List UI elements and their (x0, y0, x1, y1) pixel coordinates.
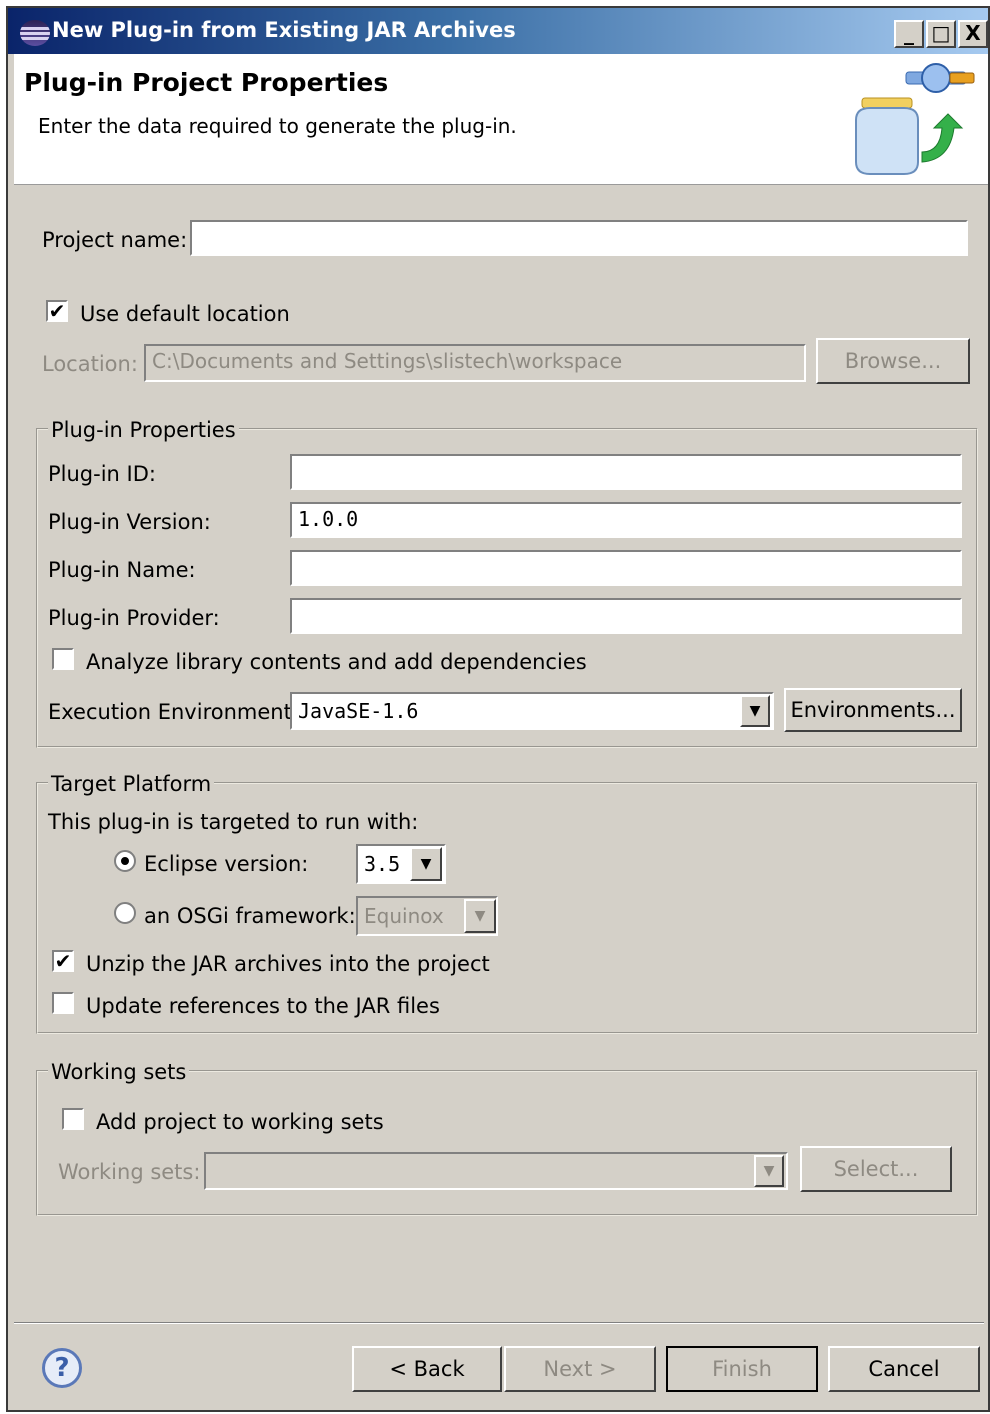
working-sets-legend: Working sets (48, 1060, 190, 1084)
next-button[interactable]: Next > (504, 1346, 656, 1392)
osgi-framework-dropdown-icon[interactable]: ▼ (464, 899, 496, 933)
select-working-sets-button[interactable]: Select... (800, 1146, 952, 1192)
footer-separator (14, 1322, 984, 1324)
unzip-jar-checkbox[interactable]: ✔ (52, 950, 74, 972)
add-to-working-sets-label: Add project to working sets (96, 1110, 384, 1134)
use-default-location-checkbox[interactable]: ✔ (46, 300, 68, 322)
maximize-button[interactable]: □ (926, 20, 956, 48)
jar-plugin-icon (850, 62, 978, 178)
page-title: Plug-in Project Properties (24, 68, 389, 97)
update-references-label: Update references to the JAR files (86, 994, 440, 1018)
working-sets-dropdown-icon[interactable]: ▼ (754, 1155, 784, 1187)
plugin-version-label: Plug-in Version: (48, 510, 211, 534)
plugin-id-label: Plug-in ID: (48, 462, 156, 486)
back-button[interactable]: < Back (352, 1346, 502, 1392)
target-intro-text: This plug-in is targeted to run with: (48, 810, 419, 834)
plugin-name-input[interactable] (290, 550, 962, 586)
working-sets-group (36, 1070, 978, 1216)
analyze-library-checkbox[interactable] (52, 648, 74, 670)
window-title: New Plug-in from Existing JAR Archives (52, 18, 516, 42)
environments-button[interactable]: Environments... (784, 688, 962, 732)
eclipse-version-radio[interactable] (114, 850, 136, 872)
analyze-library-label: Analyze library contents and add depende… (86, 650, 587, 674)
execution-environment-select[interactable]: JavaSE-1.6 (290, 692, 774, 730)
plugin-id-input[interactable] (290, 454, 962, 490)
page-description: Enter the data required to generate the … (38, 114, 517, 138)
use-default-location-label: Use default location (80, 302, 290, 326)
update-references-checkbox[interactable] (52, 992, 74, 1014)
minimize-button[interactable]: _ (894, 20, 924, 48)
finish-button[interactable]: Finish (666, 1346, 818, 1392)
project-name-input[interactable] (190, 220, 968, 256)
plugin-version-input[interactable]: 1.0.0 (290, 502, 962, 538)
plugin-provider-input[interactable] (290, 598, 962, 634)
close-button[interactable]: X (958, 20, 988, 48)
add-to-working-sets-checkbox[interactable] (62, 1108, 84, 1130)
location-label: Location: (42, 352, 138, 376)
project-name-label: Project name: (42, 228, 188, 252)
browse-button[interactable]: Browse... (816, 338, 970, 384)
osgi-framework-radio[interactable] (114, 902, 136, 924)
osgi-framework-label: an OSGi framework: (144, 904, 356, 928)
working-sets-select[interactable] (204, 1152, 788, 1190)
cancel-button[interactable]: Cancel (828, 1346, 980, 1392)
plugin-provider-label: Plug-in Provider: (48, 606, 220, 630)
target-platform-legend: Target Platform (48, 772, 215, 796)
execution-environment-dropdown-icon[interactable]: ▼ (740, 695, 770, 727)
location-input[interactable]: C:\Documents and Settings\slistech\works… (144, 344, 806, 382)
eclipse-version-label: Eclipse version: (144, 852, 309, 876)
plugin-properties-legend: Plug-in Properties (48, 418, 239, 442)
execution-environment-label: Execution Environment: (48, 700, 299, 724)
eclipse-icon (20, 20, 50, 46)
help-icon[interactable]: ? (42, 1348, 82, 1388)
eclipse-version-dropdown-icon[interactable]: ▼ (410, 847, 442, 881)
working-sets-label: Working sets: (58, 1160, 201, 1184)
unzip-jar-label: Unzip the JAR archives into the project (86, 952, 490, 976)
plugin-name-label: Plug-in Name: (48, 558, 196, 582)
